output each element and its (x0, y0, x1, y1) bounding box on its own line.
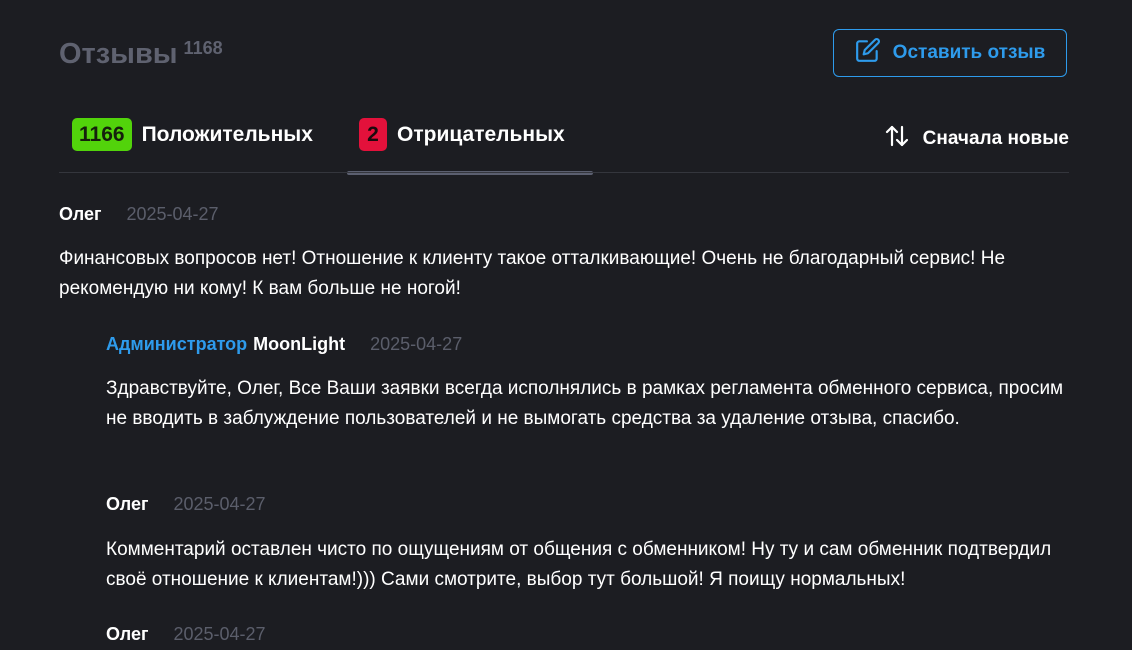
comment-author: Олег (106, 624, 149, 644)
comment-text: Комментарий оставлен чисто по ощущениям … (106, 539, 1052, 590)
tabs-divider (59, 172, 1069, 173)
tab-negative-label: Отрицательных (397, 122, 565, 146)
comment-header: Олег 2025-04-27 (106, 624, 266, 645)
reply-text: Здравствуйте, Олег, Все Ваши заявки всег… (106, 378, 1064, 429)
reply-header: Администратор MoonLight 2025-04-27 (106, 334, 462, 355)
sort-label: Сначала новые (922, 128, 1069, 149)
edit-icon (855, 37, 881, 69)
reviews-title-text: Отзывы (59, 38, 178, 70)
tab-negative[interactable]: 2 Отрицательных (359, 118, 565, 151)
reviews-count: 1168 (183, 38, 223, 58)
comment-date: 2025-04-27 (173, 494, 266, 514)
negative-count-badge: 2 (359, 118, 387, 151)
reply-author: Администратор MoonLight (106, 334, 345, 355)
comment-author: Олег (106, 494, 149, 514)
review-text: Финансовых вопросов нет! Отношение к кли… (59, 248, 1006, 299)
comment-header: Олег 2025-04-27 (106, 494, 266, 515)
tab-positive-label: Положительных (141, 122, 313, 146)
reply-date: 2025-04-27 (370, 334, 463, 354)
comment-date: 2025-04-27 (173, 624, 266, 644)
leave-review-button[interactable]: Оставить отзыв (833, 29, 1067, 77)
review-header: Олег 2025-04-27 (59, 204, 219, 225)
tab-positive[interactable]: 1166 Положительных (72, 118, 313, 151)
review-author: Олег (59, 204, 102, 224)
sort-arrows-icon (883, 122, 911, 156)
leave-review-label: Оставить отзыв (892, 42, 1046, 63)
review-tabs: 1166 Положительных 2 Отрицательных Снача… (59, 114, 1069, 175)
sort-toggle[interactable]: Сначала новые (883, 122, 1069, 156)
review-date: 2025-04-27 (126, 204, 219, 224)
admin-name: MoonLight (253, 334, 346, 354)
admin-role-label: Администратор (106, 334, 248, 354)
positive-count-badge: 1166 (72, 118, 132, 151)
page-title: Отзывы 1168 (59, 34, 223, 74)
